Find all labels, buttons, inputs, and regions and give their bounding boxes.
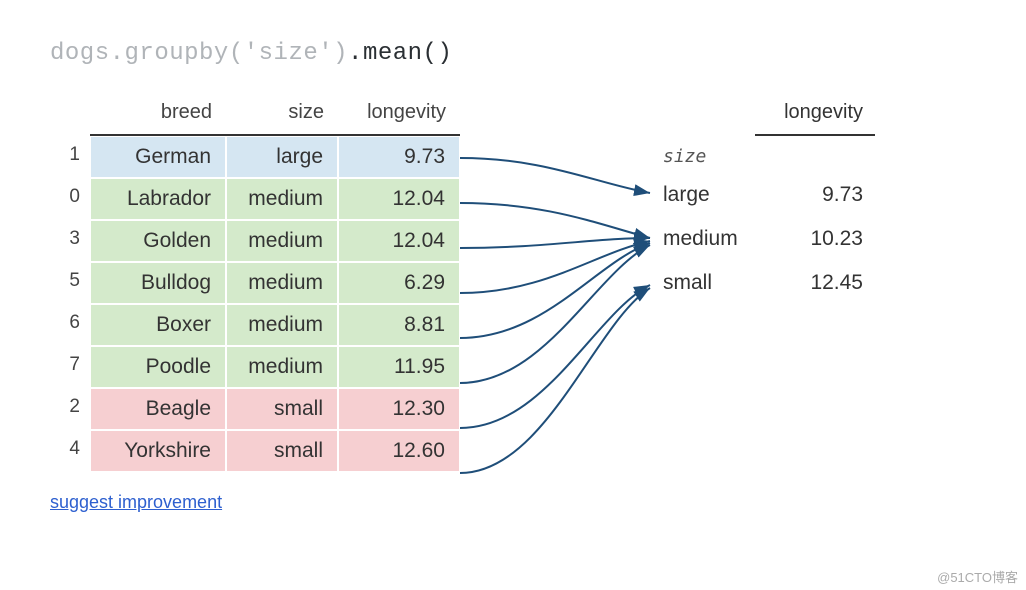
table-row: 7Poodlemedium11.95 xyxy=(50,346,460,388)
table-row: 5Bulldogmedium6.29 xyxy=(50,262,460,304)
diagram-row: breed size longevity 1Germanlarge9.730La… xyxy=(50,95,976,472)
cell-breed: Boxer xyxy=(90,304,226,346)
source-table-header-row: breed size longevity xyxy=(50,95,460,136)
cell-breed: Labrador xyxy=(90,178,226,220)
cell-breed: Golden xyxy=(90,220,226,262)
cell-size: small xyxy=(226,430,338,472)
cell-breed: Beagle xyxy=(90,388,226,430)
cell-size: medium xyxy=(226,178,338,220)
result-value: 9.73 xyxy=(755,173,875,217)
cell-size: medium xyxy=(226,262,338,304)
cell-size: small xyxy=(226,388,338,430)
result-table: longevity size large9.73medium10.23small… xyxy=(655,95,875,305)
table-row: 2Beaglesmall12.30 xyxy=(50,388,460,430)
table-row: 6Boxermedium8.81 xyxy=(50,304,460,346)
result-key: medium xyxy=(655,217,755,261)
col-header-longevity: longevity xyxy=(755,95,875,136)
result-key: large xyxy=(655,173,755,217)
cell-size: medium xyxy=(226,304,338,346)
row-index: 5 xyxy=(50,262,90,304)
code-expression: dogs.groupby('size').mean() xyxy=(50,40,976,67)
cell-breed: Yorkshire xyxy=(90,430,226,472)
code-faded: dogs.groupby('size') xyxy=(50,40,348,67)
cell-size: medium xyxy=(226,346,338,388)
cell-longevity: 12.04 xyxy=(338,178,460,220)
source-table: breed size longevity 1Germanlarge9.730La… xyxy=(50,95,460,472)
result-row: large9.73 xyxy=(655,173,875,217)
cell-breed: German xyxy=(90,136,226,178)
cell-longevity: 6.29 xyxy=(338,262,460,304)
watermark: @51CTO博客 xyxy=(937,567,1018,586)
cell-longevity: 9.73 xyxy=(338,136,460,178)
result-header-row: longevity xyxy=(655,95,875,136)
table-row: 1Germanlarge9.73 xyxy=(50,136,460,178)
header-spacer xyxy=(50,95,90,136)
col-header-size: size xyxy=(226,95,338,136)
cell-breed: Poodle xyxy=(90,346,226,388)
cell-longevity: 11.95 xyxy=(338,346,460,388)
col-header-longevity: longevity xyxy=(338,95,460,136)
cell-longevity: 12.60 xyxy=(338,430,460,472)
table-row: 0Labradormedium12.04 xyxy=(50,178,460,220)
code-strong: .mean() xyxy=(348,40,452,67)
col-header-breed: breed xyxy=(90,95,226,136)
cell-size: large xyxy=(226,136,338,178)
cell-longevity: 12.30 xyxy=(338,388,460,430)
suggest-improvement-link[interactable]: suggest improvement xyxy=(50,492,222,513)
table-row: 4Yorkshiresmall12.60 xyxy=(50,430,460,472)
result-key: small xyxy=(655,261,755,305)
result-value: 10.23 xyxy=(755,217,875,261)
result-row: small12.45 xyxy=(655,261,875,305)
row-index: 6 xyxy=(50,304,90,346)
cell-size: medium xyxy=(226,220,338,262)
index-name-label: size xyxy=(655,136,875,173)
row-index: 3 xyxy=(50,220,90,262)
row-index: 7 xyxy=(50,346,90,388)
row-index: 4 xyxy=(50,430,90,472)
row-index: 1 xyxy=(50,136,90,178)
cell-longevity: 12.04 xyxy=(338,220,460,262)
row-index: 0 xyxy=(50,178,90,220)
cell-longevity: 8.81 xyxy=(338,304,460,346)
row-index: 2 xyxy=(50,388,90,430)
header-spacer xyxy=(655,95,755,136)
result-value: 12.45 xyxy=(755,261,875,305)
result-row: medium10.23 xyxy=(655,217,875,261)
table-row: 3Goldenmedium12.04 xyxy=(50,220,460,262)
cell-breed: Bulldog xyxy=(90,262,226,304)
